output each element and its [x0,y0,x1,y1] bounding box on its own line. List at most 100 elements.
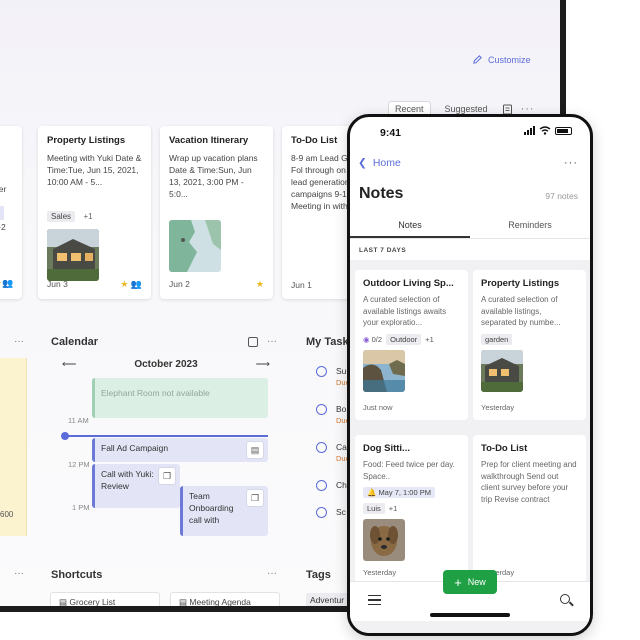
task-checkbox[interactable] [316,480,327,491]
coastline-thumbnail [363,349,405,392]
dog-thumbnail [363,519,405,561]
partial-line: y [0,140,22,154]
calendar-event-elephant-room[interactable]: Elephant Room not available [92,378,268,418]
partial-line: s [0,168,22,182]
note-link-icon[interactable]: ▤ [246,441,264,459]
note-card-partial[interactable]: y c s ner M +2 ★👥 [0,126,22,299]
calendar-month: October 2023 [134,359,198,370]
calendar-title: Calendar [51,336,99,348]
current-time-line [64,435,268,437]
bell-icon: 🔔 [367,488,377,497]
tab-notes[interactable]: Notes [350,215,470,238]
task-text: Su [336,366,347,376]
wifi-icon [539,126,551,135]
page-title: Notes [359,185,404,202]
widget-options-icon[interactable]: ··· [14,568,24,579]
task-checkbox[interactable] [316,442,327,453]
prev-month-arrow-icon[interactable]: ⟵ [62,359,76,370]
copy-icon[interactable]: ❐ [246,489,264,507]
sticky-note-text: 600 [0,510,14,519]
star-icon: ★ [255,279,264,289]
battery-icon [555,126,572,135]
event-title: Fall Ad Campaign [101,443,169,453]
section-label: LAST 7 DAYS [359,247,407,254]
shortcut-label: Meeting Agenda [189,597,251,607]
new-note-label: New [467,577,486,587]
menu-icon[interactable] [368,595,381,605]
calendar-event-call-with-yuki[interactable]: Call with Yuki: Review ❐ [92,464,180,508]
note-tag[interactable]: Luis [363,503,385,514]
note-title: Vacation Itinerary [169,135,249,146]
calendar-event-fall-ad-campaign[interactable]: Fall Ad Campaign ▤ [92,438,268,462]
shortcut-meeting-agenda[interactable]: ▤ Meeting Agenda [170,592,280,607]
note-snippet: A curated selection of available listing… [481,295,561,327]
house-thumbnail [47,229,99,281]
time-label: 12 PM [68,460,90,469]
calendar-options-icon[interactable]: ··· [267,336,277,347]
event-title: Elephant Room not available [101,388,210,398]
sticky-note-partial[interactable]: 600 [0,358,27,536]
tab-bar: Notes Reminders [350,215,590,239]
current-time-dot [61,432,69,440]
back-label: Home [372,157,401,169]
note-date: Jun 2 [169,279,190,289]
back-button[interactable]: ❮ Home [358,157,401,169]
task-checkbox[interactable] [316,507,327,518]
note-date: Yesterday [363,568,397,577]
shortcut-grocery-list[interactable]: ▤ Grocery List [50,592,160,607]
search-icon[interactable] [560,594,570,604]
task-checkbox[interactable] [316,404,327,415]
note-snippet: Prep for client meeting and walkthrough … [481,460,577,504]
note-card-property-listings[interactable]: Property Listings Meeting with Yuki Date… [38,126,151,299]
note-card-vacation-itinerary[interactable]: Vacation Itinerary Wrap up vacation plan… [160,126,273,299]
tags-title: Tags [306,569,331,581]
note-icon: ▤ [59,597,70,607]
calendar-event-team-onboarding[interactable]: Team Onboarding call with ❐ [180,486,268,536]
note-snippet: A curated selection of available listing… [363,295,447,327]
customize-button[interactable]: Customize [472,54,531,65]
status-bar: 9:41 [350,117,590,151]
note-footer: Jun 3 ★ 👥 [47,279,142,290]
plus-icon: + [454,574,462,590]
note-title: Property Listings [481,278,560,289]
shortcuts-options-icon[interactable]: ··· [267,568,277,579]
note-tag[interactable]: Outdoor [386,333,422,345]
more-options-icon[interactable]: ··· [564,157,578,169]
shared-icon: 👥 [130,279,142,289]
partial-extra: +2 [0,222,6,232]
widget-options-icon[interactable]: ··· [14,336,24,347]
calendar-icon[interactable] [248,337,258,347]
note-card-outdoor-living[interactable]: Outdoor Living Sp... A curated selection… [355,270,468,420]
note-date: Jun 3 [47,279,68,289]
note-tag[interactable]: garden [481,333,513,345]
calendar-nav: ⟵ October 2023 ⟶ [62,359,270,370]
new-note-button[interactable]: + New [443,570,497,594]
signal-icon [524,126,535,135]
chevron-left-icon: ❮ [358,157,367,169]
tab-reminders[interactable]: Reminders [470,215,590,238]
note-tag[interactable]: Sales [47,211,76,222]
copy-icon[interactable]: ❐ [158,467,176,485]
note-card-dog-sitting[interactable]: Dog Sitti... Food: Feed twice per day. S… [355,435,468,585]
reminder-time: May 7, 1:00 PM [378,488,431,497]
partial-tag: M [0,206,4,220]
task-text: Ch [336,480,347,490]
reminder-chip[interactable]: 🔔 May 7, 1:00 PM [363,487,435,498]
note-tag-extra: +1 [425,334,434,344]
partial-line: c [0,154,22,168]
task-checkbox[interactable] [316,366,327,377]
note-view-icon[interactable] [502,104,513,115]
note-card-todo-list[interactable]: To-Do List Prep for client meeting and w… [473,435,586,585]
event-title: Call with Yuki: Review [101,469,154,491]
note-snippet: Food: Feed twice per day. Space.. [363,460,455,481]
tag-adventure[interactable]: Adventur [306,593,349,606]
shared-icon: 👥 [2,278,14,288]
next-month-arrow-icon[interactable]: ⟶ [256,359,270,370]
note-card-property-listings[interactable]: Property Listings A curated selection of… [473,270,586,420]
task-text: Ca [336,442,347,452]
task-text: Bo [336,404,347,414]
note-title: Dog Sitti... [363,443,410,454]
status-time: 9:41 [380,127,402,139]
map-thumbnail [169,220,221,272]
star-icon: ★ [120,279,129,289]
